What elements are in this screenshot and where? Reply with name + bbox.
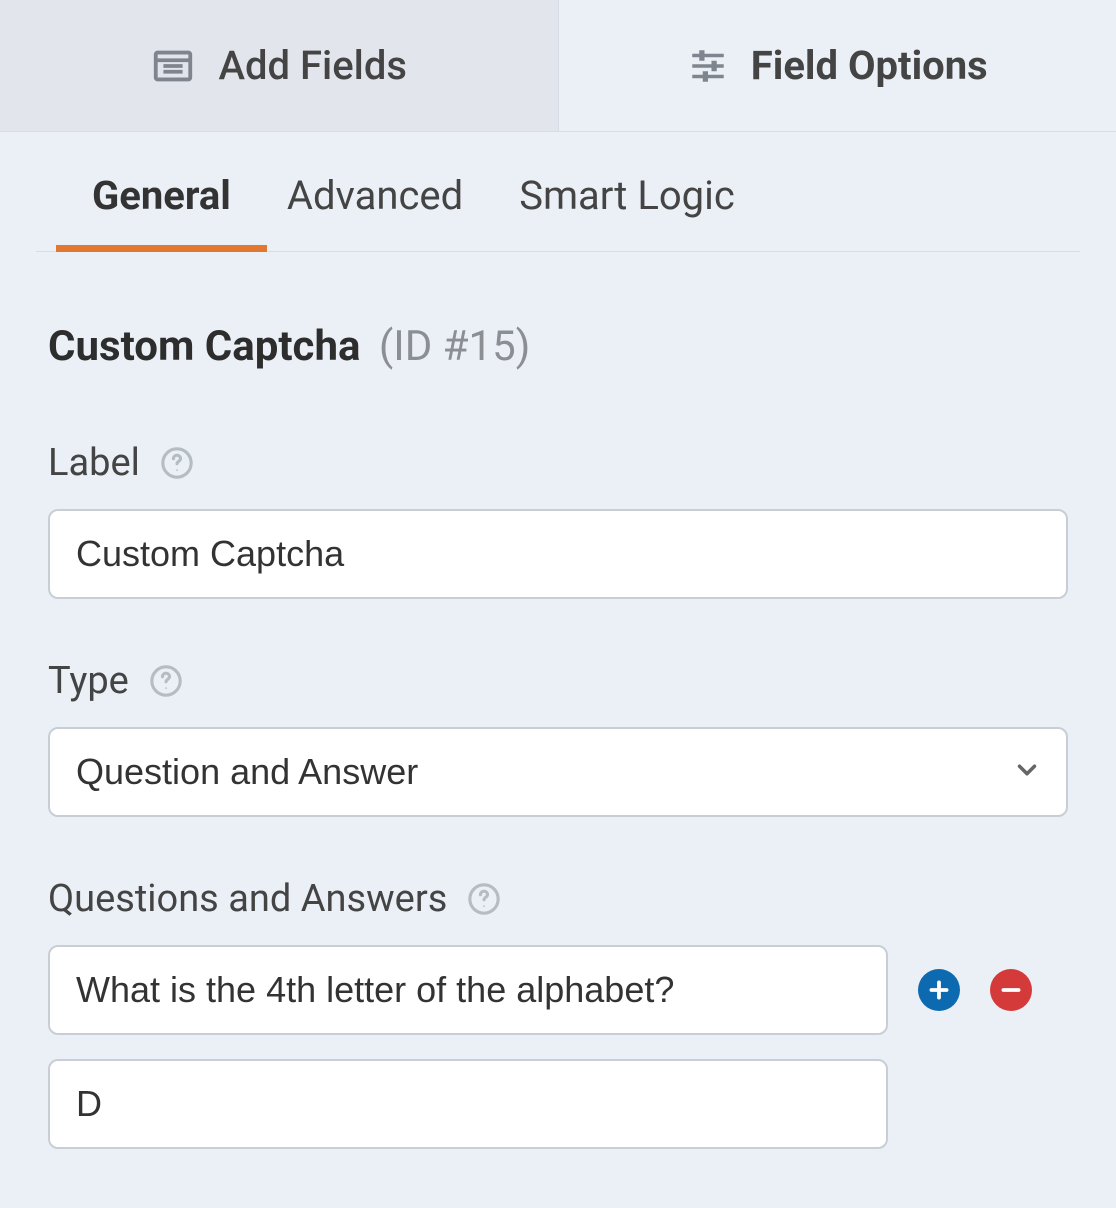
- label-section: Label: [48, 441, 1068, 599]
- help-icon[interactable]: [160, 446, 194, 480]
- qa-row: [48, 945, 1068, 1035]
- question-input[interactable]: [48, 945, 888, 1035]
- list-icon: [150, 43, 196, 89]
- options-panel: Custom Captcha (ID #15) Label Type: [0, 252, 1116, 1149]
- label-input[interactable]: [48, 509, 1068, 599]
- tab-field-options[interactable]: Field Options: [559, 0, 1116, 131]
- type-select-value: Question and Answer: [76, 751, 418, 792]
- tab-add-fields[interactable]: Add Fields: [0, 0, 559, 131]
- field-title: Custom Captcha (ID #15): [48, 322, 1068, 371]
- sub-tab-smart-logic-label: Smart Logic: [519, 172, 735, 219]
- tab-field-options-label: Field Options: [751, 42, 988, 89]
- top-tabs: Add Fields Field Options: [0, 0, 1116, 132]
- help-icon[interactable]: [467, 882, 501, 916]
- qa-section: Questions and Answers: [48, 877, 1068, 1149]
- qa-label: Questions and Answers: [48, 877, 447, 921]
- type-select[interactable]: Question and Answer: [48, 727, 1068, 817]
- add-question-button[interactable]: [918, 969, 960, 1011]
- sub-tab-general[interactable]: General: [92, 172, 231, 251]
- sliders-icon: [687, 45, 729, 87]
- sub-tab-advanced-label: Advanced: [287, 172, 463, 219]
- sub-tabs: General Advanced Smart Logic: [36, 132, 1080, 252]
- sub-tab-smart-logic[interactable]: Smart Logic: [519, 172, 735, 251]
- type-label: Type: [48, 659, 129, 703]
- sub-tab-general-label: General: [92, 172, 231, 219]
- help-icon[interactable]: [149, 664, 183, 698]
- field-id-tag: (ID #15): [379, 322, 530, 371]
- remove-question-button[interactable]: [990, 969, 1032, 1011]
- label-label: Label: [48, 441, 140, 485]
- answer-input[interactable]: [48, 1059, 888, 1149]
- field-title-text: Custom Captcha: [48, 322, 360, 371]
- type-section: Type Question and Answer: [48, 659, 1068, 817]
- tab-add-fields-label: Add Fields: [218, 42, 407, 89]
- sub-tab-advanced[interactable]: Advanced: [287, 172, 463, 251]
